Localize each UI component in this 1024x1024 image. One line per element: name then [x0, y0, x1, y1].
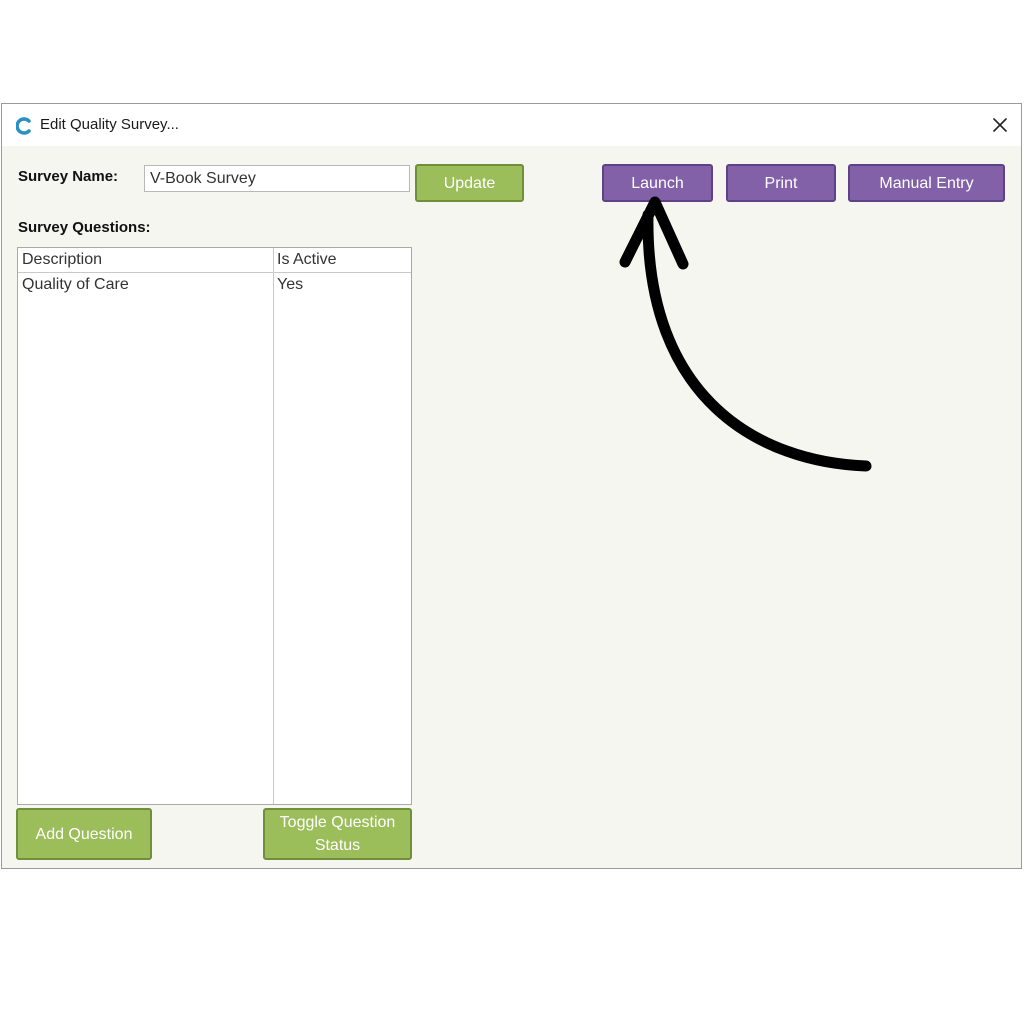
edit-quality-survey-dialog: Edit Quality Survey... Survey Name: Upda…: [1, 103, 1022, 869]
launch-button-label: Launch: [631, 174, 684, 192]
survey-questions-label: Survey Questions:: [18, 219, 151, 236]
app-logo-icon: [15, 117, 32, 135]
print-button[interactable]: Print: [726, 164, 836, 202]
manual-entry-button[interactable]: Manual Entry: [848, 164, 1005, 202]
survey-name-input[interactable]: [144, 165, 410, 192]
update-button[interactable]: Update: [415, 164, 524, 202]
close-icon[interactable]: [989, 114, 1011, 136]
title-bar: Edit Quality Survey...: [2, 104, 1021, 146]
launch-button[interactable]: Launch: [602, 164, 713, 202]
manual-entry-button-label: Manual Entry: [879, 174, 974, 192]
update-button-label: Update: [443, 174, 496, 192]
row-is-active-cell: Yes: [277, 276, 304, 293]
toggle-status-label-line1: Toggle Question: [279, 814, 396, 831]
column-header-is-active[interactable]: Is Active: [277, 251, 337, 269]
table-header: Description Is Active: [18, 248, 411, 273]
column-divider: [273, 248, 274, 804]
print-button-label: Print: [764, 174, 798, 192]
window-title: Edit Quality Survey...: [40, 116, 179, 133]
survey-questions-table[interactable]: Description Is Active Quality of Care Ye…: [17, 247, 412, 805]
toggle-question-status-button[interactable]: Toggle Question Status: [263, 808, 412, 860]
screenshot-stage: Edit Quality Survey... Survey Name: Upda…: [0, 0, 1024, 1024]
add-question-button-label: Add Question: [35, 825, 133, 843]
toggle-status-label-line2: Status: [314, 837, 361, 854]
survey-name-label: Survey Name:: [18, 168, 119, 185]
row-description-cell: Quality of Care: [22, 276, 129, 293]
add-question-button[interactable]: Add Question: [16, 808, 152, 860]
column-header-description[interactable]: Description: [22, 251, 102, 269]
